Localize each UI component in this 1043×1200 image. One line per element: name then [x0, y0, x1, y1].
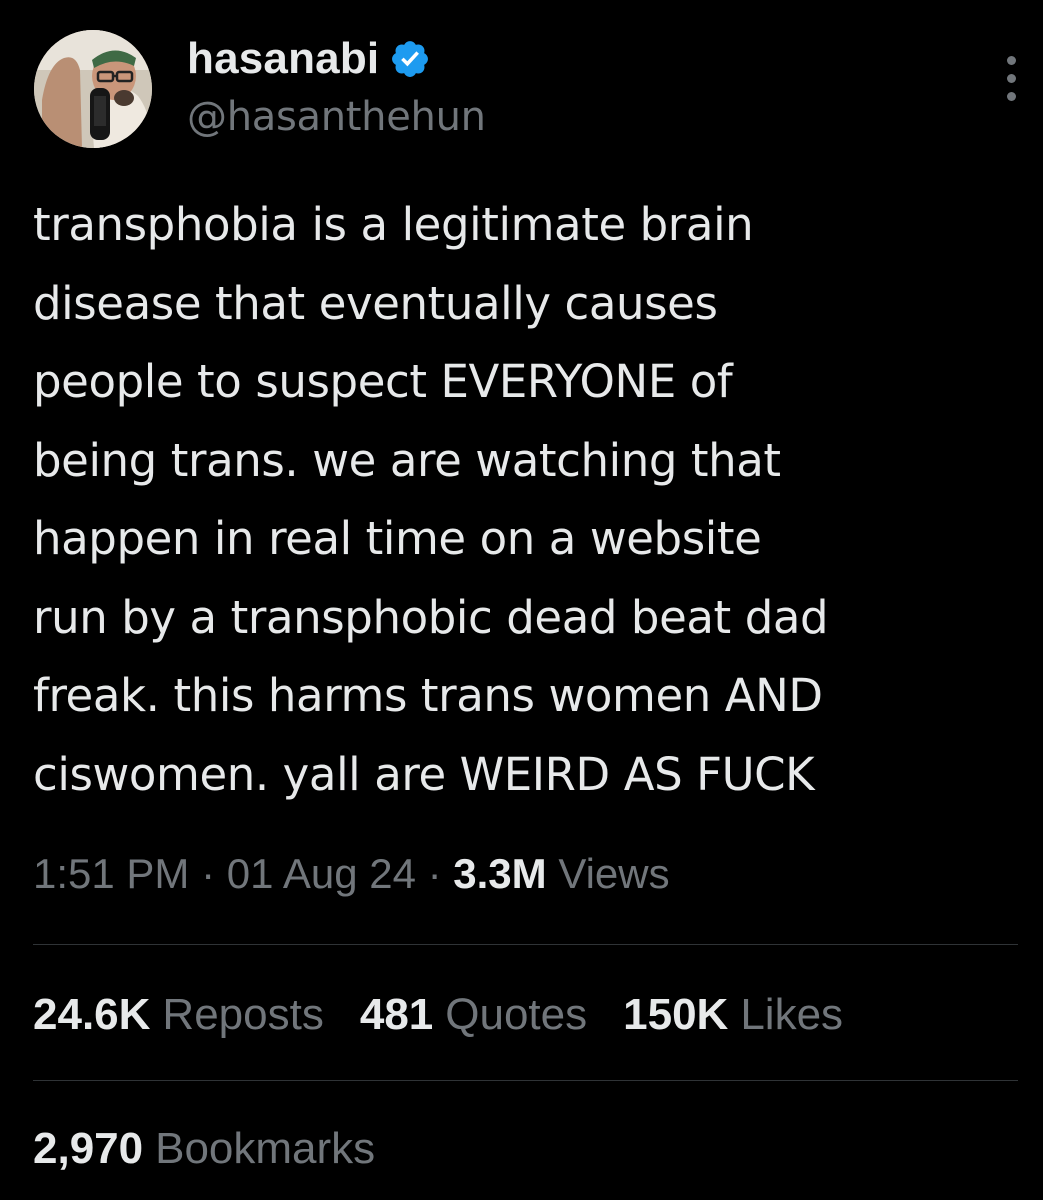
- views-label: Views: [558, 850, 670, 897]
- more-options-icon[interactable]: [1002, 56, 1022, 102]
- reposts-label: Reposts: [162, 990, 324, 1039]
- tweet-header: hasanabi @hasanthehun: [34, 30, 1016, 152]
- quotes-label: Quotes: [445, 990, 588, 1039]
- display-name[interactable]: hasanabi: [187, 34, 379, 84]
- views-count: 3.3M: [453, 850, 547, 897]
- meta-separator: ·: [201, 850, 227, 897]
- reposts-count: 24.6K: [33, 990, 151, 1039]
- engagement-stats: 24.6K Reposts 481 Quotes 150K Likes: [33, 990, 879, 1040]
- divider: [33, 1080, 1018, 1081]
- likes-stat[interactable]: 150K Likes: [623, 990, 843, 1040]
- author-handle[interactable]: @hasanthehun: [187, 94, 486, 140]
- bookmarks-stat[interactable]: 2,970 Bookmarks: [33, 1124, 375, 1174]
- verified-badge-icon[interactable]: [389, 38, 431, 80]
- reposts-stat[interactable]: 24.6K Reposts: [33, 990, 324, 1040]
- avatar-photo: [34, 30, 152, 148]
- tweet-meta: 1:51 PM · 01 Aug 24 · 3.3M Views: [33, 850, 670, 898]
- tweet-time[interactable]: 1:51 PM: [33, 850, 189, 897]
- author-info: hasanabi @hasanthehun: [187, 34, 486, 140]
- avatar[interactable]: [34, 30, 152, 148]
- likes-label: Likes: [740, 990, 844, 1039]
- meta-separator: ·: [427, 850, 454, 897]
- divider: [33, 944, 1018, 945]
- quotes-count: 481: [359, 990, 434, 1039]
- tweet-date[interactable]: 01 Aug 24: [227, 850, 416, 897]
- likes-count: 150K: [623, 990, 729, 1039]
- tweet-detail: hasanabi @hasanthehun transphobia is a l…: [0, 0, 1043, 1200]
- quotes-stat[interactable]: 481 Quotes: [360, 990, 587, 1040]
- bookmarks-count: 2,970: [33, 1124, 144, 1173]
- tweet-text: transphobia is a legitimate brain diseas…: [33, 198, 829, 801]
- bookmarks-label: Bookmarks: [155, 1124, 376, 1173]
- display-name-row: hasanabi: [187, 34, 486, 84]
